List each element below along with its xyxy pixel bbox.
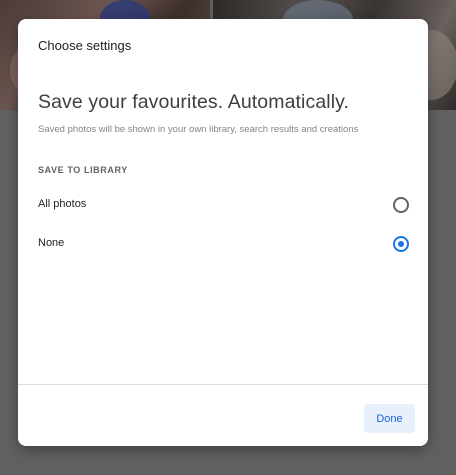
settings-dialog: Choose settings Save your favourites. Au…	[18, 19, 428, 446]
dialog-title: Choose settings	[38, 38, 132, 53]
option-all-photos[interactable]: All photos	[18, 188, 428, 222]
radio-selected-dot	[398, 241, 404, 247]
radio-all-photos[interactable]	[393, 197, 409, 213]
option-label: None	[38, 237, 65, 249]
footer-divider	[18, 384, 428, 385]
done-button[interactable]: Done	[364, 404, 415, 433]
dialog-description: Saved photos will be shown in your own l…	[38, 124, 359, 135]
section-label-save-to-library: SAVE TO LIBRARY	[38, 165, 128, 175]
option-none[interactable]: None	[18, 227, 428, 261]
radio-none[interactable]	[393, 236, 409, 252]
option-label: All photos	[38, 198, 87, 210]
dialog-headline: Save your favourites. Automatically.	[38, 91, 350, 113]
